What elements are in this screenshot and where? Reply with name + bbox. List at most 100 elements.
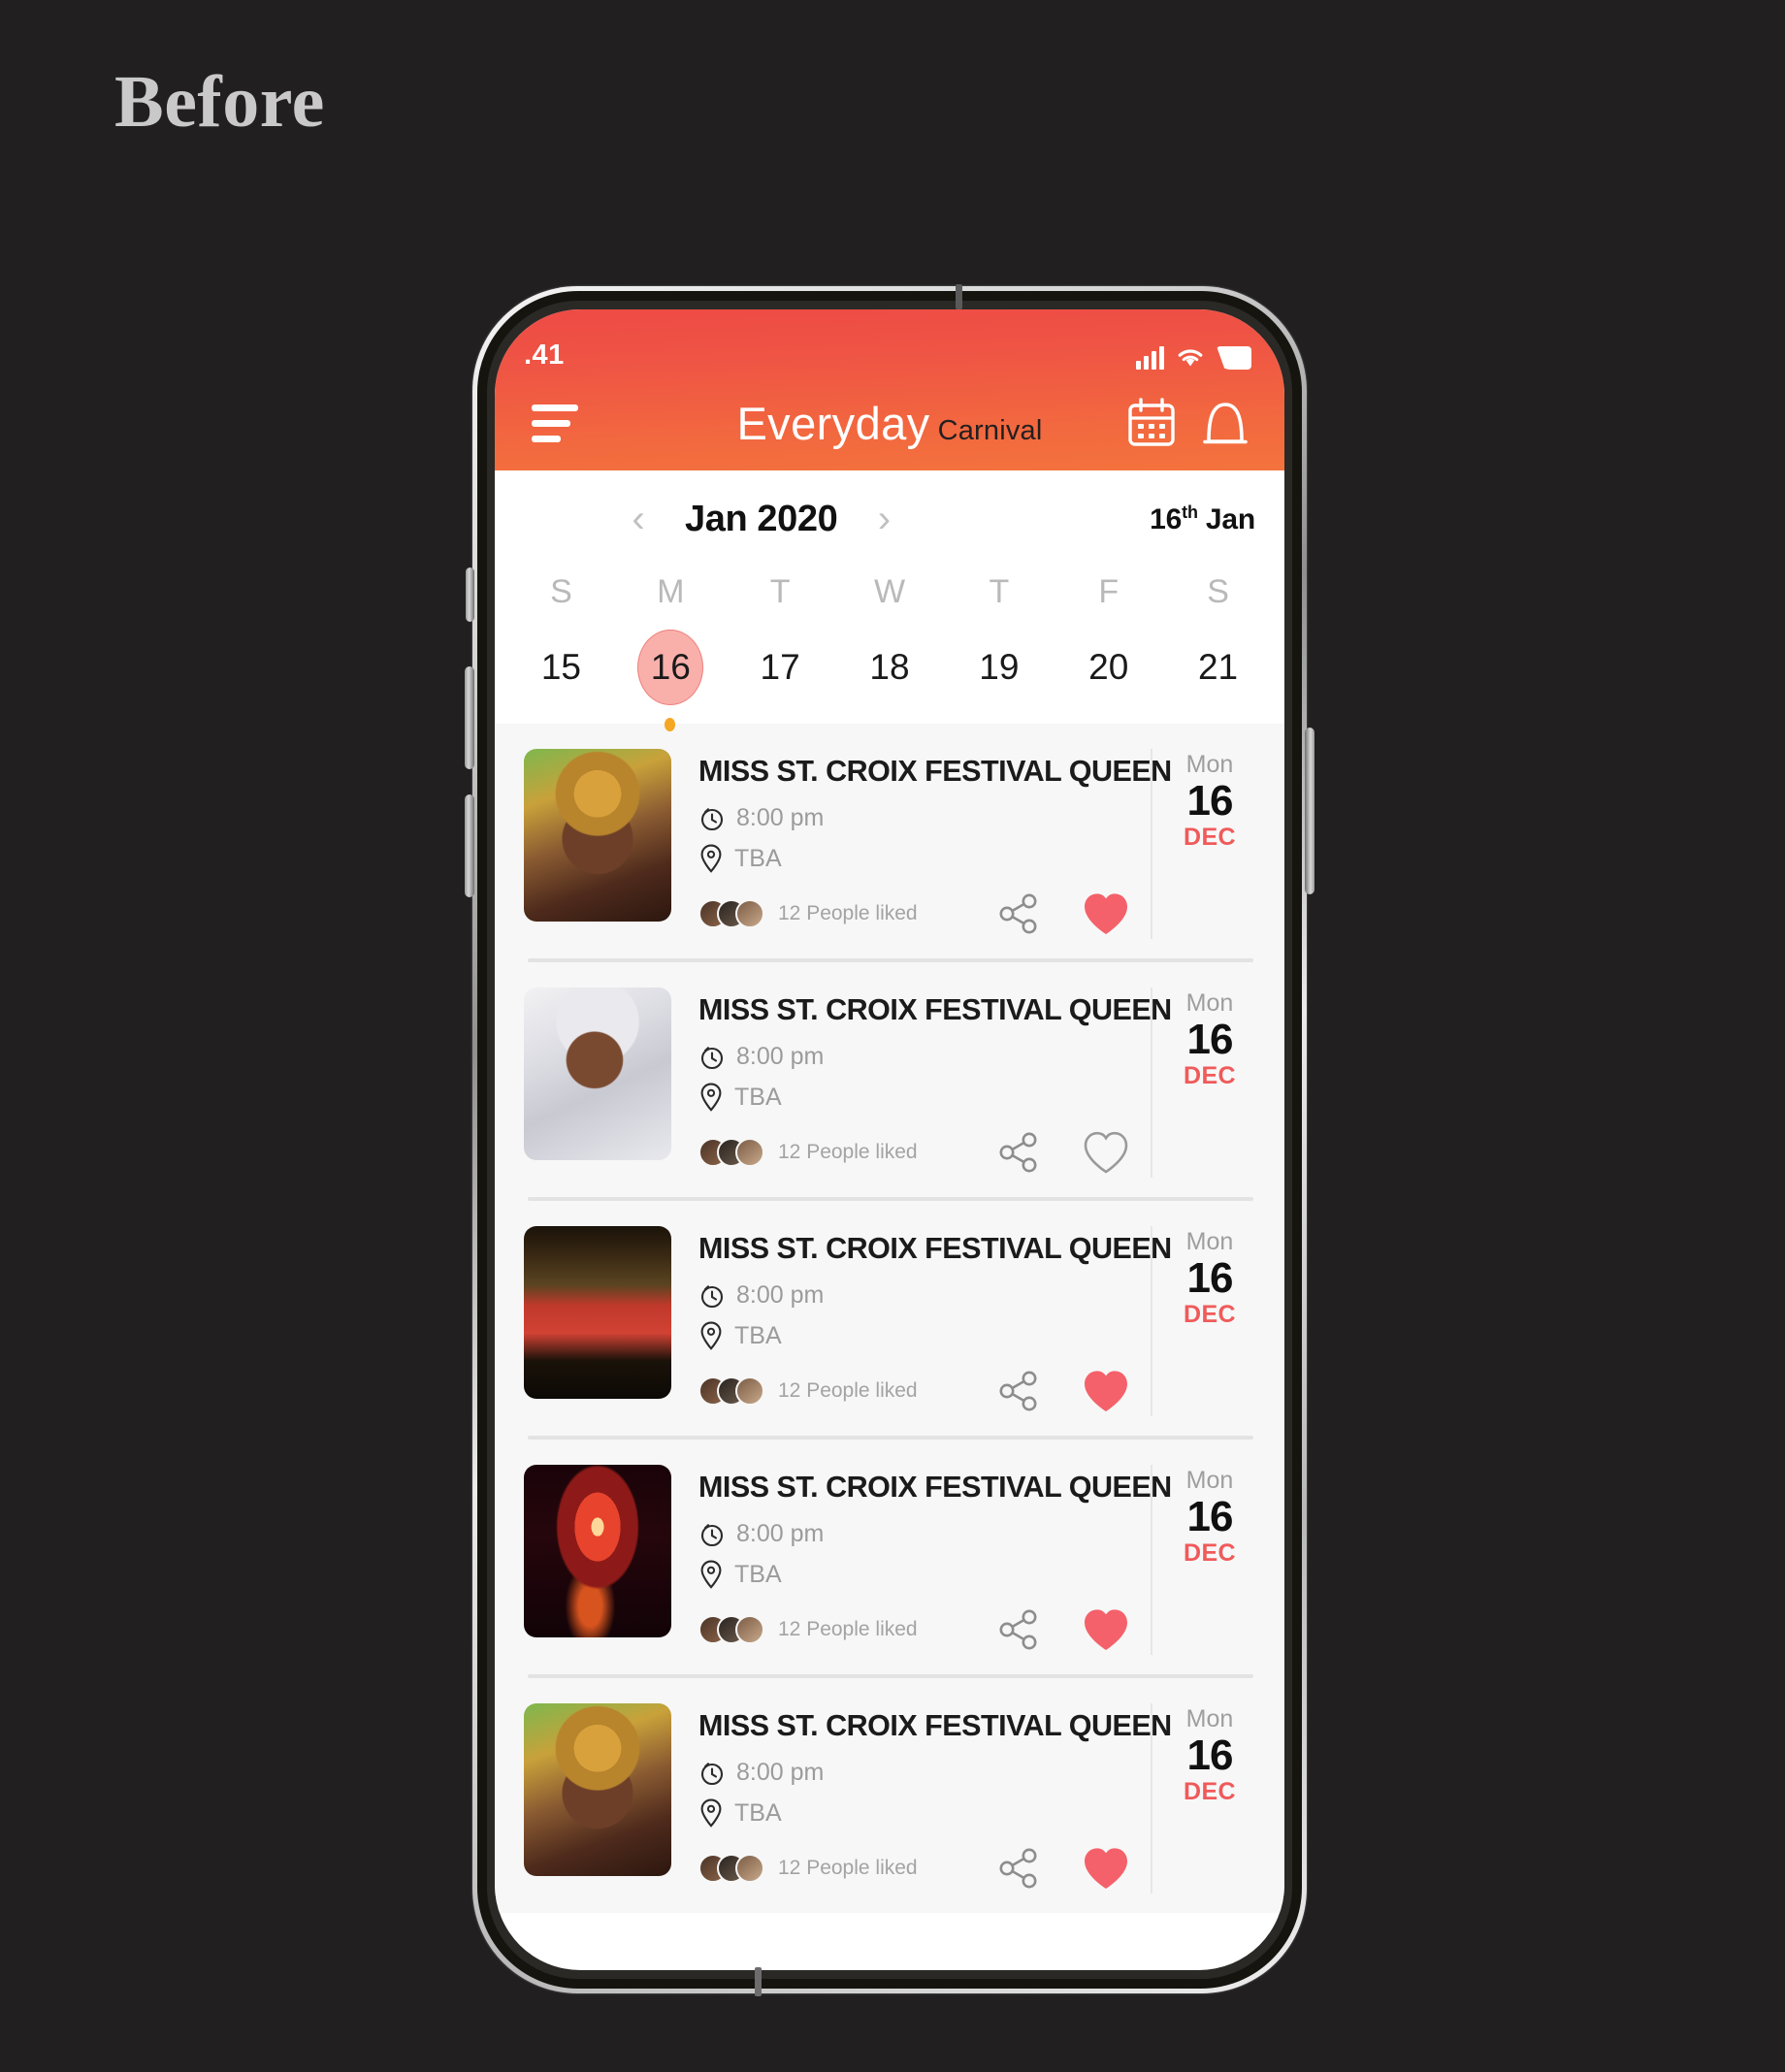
mute-switch-button[interactable] — [466, 567, 474, 622]
status-indicators — [1136, 346, 1251, 370]
calendar-day-label: F — [1098, 573, 1120, 610]
event-thumbnail[interactable] — [524, 1226, 671, 1399]
avatar — [735, 899, 764, 928]
liked-count-text: 12 People liked — [778, 902, 918, 924]
calendar-date-cell[interactable]: 21 — [1163, 617, 1273, 718]
event-day-number: 16 — [1186, 1016, 1234, 1063]
liked-avatars — [698, 1615, 764, 1644]
event-time: 8:00 pm — [736, 1281, 825, 1309]
location-pin-icon — [700, 1083, 722, 1112]
calendar-day-label: M — [657, 573, 685, 610]
volume-down-button[interactable] — [465, 794, 474, 897]
clock-icon — [700, 1284, 724, 1308]
liked-count-text: 12 People liked — [778, 1618, 918, 1640]
event-thumbnail[interactable] — [524, 1465, 671, 1637]
calendar-day-label: S — [550, 573, 572, 610]
event-location-row: TBA — [698, 1560, 1135, 1589]
calendar-date-number: 21 — [1197, 647, 1239, 687]
event-thumbnail[interactable] — [524, 749, 671, 922]
event-time-row: 8:00 pm — [698, 1520, 1135, 1548]
event-time: 8:00 pm — [736, 1520, 825, 1547]
clock-icon — [700, 807, 724, 830]
heart-outline-icon[interactable] — [1081, 1127, 1131, 1178]
calendar-strip: ‹ Jan 2020 › 16th Jan S M T W T F S 15 16 17 18 19… — [495, 470, 1284, 731]
calendar-day-label: T — [989, 573, 1010, 610]
calendar-day-label: S — [1207, 573, 1229, 610]
event-title: MISS ST. CROIX FESTIVAL QUEEN — [698, 755, 1172, 788]
calendar-date-number: 19 — [979, 647, 1020, 687]
share-icon[interactable] — [995, 1844, 1044, 1893]
phone-screen: .41 Everyday Carnival ‹ Jan 2020 › 16th … — [495, 309, 1284, 1970]
event-card[interactable]: MISS ST. CROIX FESTIVAL QUEEN 8:00 pm TBA 1… — [495, 962, 1284, 1197]
calendar-date-cell[interactable]: 19 — [944, 617, 1054, 718]
event-location: TBA — [734, 1321, 782, 1349]
calendar-date-cell[interactable]: 15 — [506, 617, 616, 718]
calendar-date-cell[interactable]: 17 — [726, 617, 835, 718]
volume-up-button[interactable] — [465, 666, 474, 769]
share-icon[interactable] — [995, 1128, 1044, 1177]
event-thumbnail[interactable] — [524, 1703, 671, 1876]
calendar-day-labels: SMTWTFS — [495, 552, 1284, 617]
event-card[interactable]: MISS ST. CROIX FESTIVAL QUEEN 8:00 pm TBA 1… — [495, 1201, 1284, 1436]
chevron-left-icon[interactable]: ‹ — [617, 500, 660, 538]
heart-filled-icon[interactable] — [1081, 1366, 1131, 1416]
calendar-month-title: Jan 2020 — [685, 498, 838, 539]
event-date-block: Mon 16 DEC — [1151, 1226, 1259, 1416]
calendar-header: ‹ Jan 2020 › 16th Jan — [495, 486, 1284, 552]
clock-icon — [700, 1523, 724, 1546]
event-footer: 12 People liked — [698, 1112, 1135, 1178]
location-pin-icon — [700, 1321, 722, 1350]
heart-filled-icon[interactable] — [1081, 1843, 1131, 1894]
app-header: .41 Everyday Carnival — [495, 309, 1284, 470]
event-card[interactable]: MISS ST. CROIX FESTIVAL QUEEN 8:00 pm TBA 1… — [495, 724, 1284, 958]
calendar-date-cell[interactable]: 16 — [616, 617, 726, 731]
nav-actions — [1125, 395, 1251, 451]
calendar-date-number: 17 — [760, 647, 800, 687]
event-actions — [995, 1843, 1135, 1894]
event-card[interactable]: MISS ST. CROIX FESTIVAL QUEEN 8:00 pm TBA 1… — [495, 1440, 1284, 1674]
calendar-day-label: T — [769, 573, 791, 610]
location-pin-icon — [700, 844, 722, 873]
clock-icon — [700, 1762, 724, 1785]
chevron-right-icon[interactable]: › — [862, 500, 905, 538]
heart-filled-icon[interactable] — [1081, 1604, 1131, 1655]
event-time: 8:00 pm — [736, 1759, 825, 1786]
event-location-row: TBA — [698, 844, 1135, 873]
event-date-block: Mon 16 DEC — [1151, 1703, 1259, 1894]
share-icon[interactable] — [995, 890, 1044, 938]
calendar-date-cell[interactable]: 20 — [1054, 617, 1163, 718]
event-footer: 12 People liked — [698, 1350, 1135, 1416]
avatar — [735, 1854, 764, 1883]
avatar — [735, 1376, 764, 1406]
calendar-day-label: W — [873, 573, 906, 610]
event-day-of-week: Mon — [1185, 1467, 1234, 1494]
calendar-date-cell[interactable]: 18 — [835, 617, 945, 718]
share-icon[interactable] — [995, 1367, 1044, 1415]
liked-avatars — [698, 1854, 764, 1883]
event-date-block: Mon 16 DEC — [1151, 987, 1259, 1178]
event-card[interactable]: MISS ST. CROIX FESTIVAL QUEEN 8:00 pm TBA 1… — [495, 1678, 1284, 1913]
event-title: MISS ST. CROIX FESTIVAL QUEEN — [698, 1232, 1172, 1265]
event-actions — [995, 889, 1135, 939]
event-day-number: 16 — [1186, 1493, 1234, 1540]
calendar-icon[interactable] — [1125, 397, 1178, 449]
event-thumbnail[interactable] — [524, 987, 671, 1160]
avatar — [735, 1138, 764, 1167]
bell-notification-icon[interactable] — [1199, 395, 1251, 451]
calendar-today-label[interactable]: 16th Jan — [1150, 502, 1255, 536]
power-button[interactable] — [1305, 728, 1314, 894]
share-icon[interactable] — [995, 1605, 1044, 1654]
location-pin-icon — [700, 1798, 722, 1828]
liked-count-text: 12 People liked — [778, 1379, 918, 1402]
status-time: .41 — [524, 340, 565, 371]
event-title: MISS ST. CROIX FESTIVAL QUEEN — [698, 1471, 1172, 1504]
nav-bar: Everyday Carnival — [495, 375, 1284, 470]
liked-count-text: 12 People liked — [778, 1141, 918, 1163]
event-details: MISS ST. CROIX FESTIVAL QUEEN 8:00 pm TBA 1… — [671, 1703, 1172, 1894]
event-time-row: 8:00 pm — [698, 1043, 1135, 1071]
event-day-of-week: Mon — [1185, 1705, 1234, 1732]
event-footer: 12 People liked — [698, 1828, 1135, 1894]
hamburger-menu-icon[interactable] — [532, 404, 578, 442]
cellular-signal-icon — [1136, 346, 1164, 370]
heart-filled-icon[interactable] — [1081, 889, 1131, 939]
